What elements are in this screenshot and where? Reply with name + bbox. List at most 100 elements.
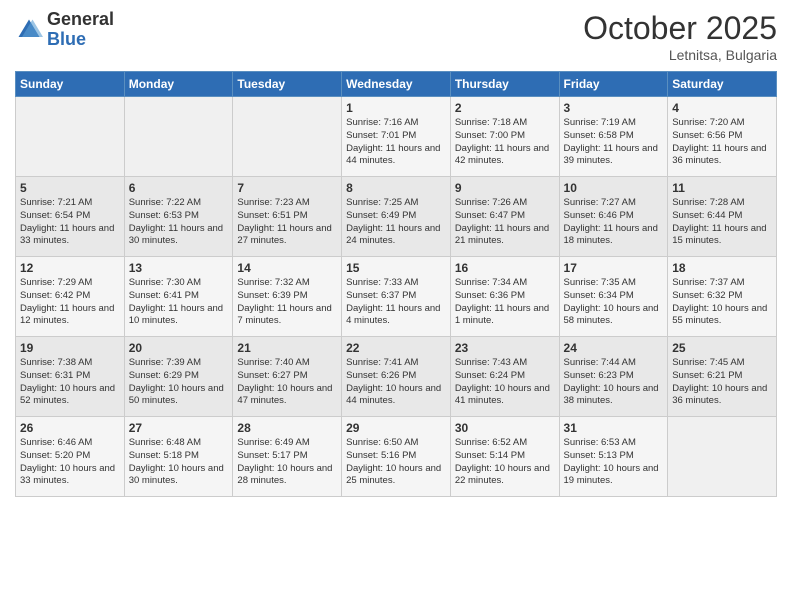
table-row: 18 Sunrise: 7:37 AMSunset: 6:32 PMDayligh… bbox=[668, 257, 777, 337]
cell-info: Sunrise: 6:52 AMSunset: 5:14 PMDaylight:… bbox=[455, 437, 555, 488]
calendar-row-3: 19 Sunrise: 7:38 AMSunset: 6:31 PMDayligh… bbox=[16, 337, 777, 417]
logo-general-text: General bbox=[47, 9, 114, 29]
table-row: 24 Sunrise: 7:44 AMSunset: 6:23 PMDayligh… bbox=[559, 337, 668, 417]
table-row bbox=[668, 417, 777, 497]
cell-info: Sunrise: 7:43 AMSunset: 6:24 PMDaylight:… bbox=[455, 357, 555, 408]
cell-info: Sunrise: 6:46 AMSunset: 5:20 PMDaylight:… bbox=[20, 437, 120, 488]
table-row: 14 Sunrise: 7:32 AMSunset: 6:39 PMDayligh… bbox=[233, 257, 342, 337]
col-thursday: Thursday bbox=[450, 72, 559, 97]
table-row: 9Sunrise: 7:26 AMSunset: 6:47 PMDaylight… bbox=[450, 177, 559, 257]
table-row: 23 Sunrise: 7:43 AMSunset: 6:24 PMDayligh… bbox=[450, 337, 559, 417]
calendar-page: General Blue October 2025 Letnitsa, Bulg… bbox=[0, 0, 792, 612]
day-number: 8 bbox=[346, 181, 446, 195]
cell-info: Sunrise: 7:18 AMSunset: 7:00 PMDaylight:… bbox=[455, 117, 555, 168]
cell-info: Sunrise: 7:32 AMSunset: 6:39 PMDaylight:… bbox=[237, 277, 337, 328]
table-row: 11 Sunrise: 7:28 AMSunset: 6:44 PMDayligh… bbox=[668, 177, 777, 257]
calendar-title: October 2025 bbox=[583, 10, 777, 47]
logo-icon bbox=[15, 16, 43, 44]
table-row: 27 Sunrise: 6:48 AMSunset: 5:18 PMDayligh… bbox=[124, 417, 233, 497]
cell-info: Sunrise: 7:21 AMSunset: 6:54 PMDaylight:… bbox=[20, 197, 120, 248]
cell-info: Sunrise: 7:30 AMSunset: 6:41 PMDaylight:… bbox=[129, 277, 229, 328]
cell-info: Sunrise: 7:20 AMSunset: 6:56 PMDaylight:… bbox=[672, 117, 772, 168]
day-number: 26 bbox=[20, 421, 120, 435]
calendar-row-2: 12Sunrise: 7:29 AMSunset: 6:42 PMDayligh… bbox=[16, 257, 777, 337]
day-number: 2 bbox=[455, 101, 555, 115]
cell-info: Sunrise: 7:34 AMSunset: 6:36 PMDaylight:… bbox=[455, 277, 555, 328]
table-row: 21Sunrise: 7:40 AMSunset: 6:27 PMDayligh… bbox=[233, 337, 342, 417]
table-row: 4 Sunrise: 7:20 AMSunset: 6:56 PMDaylight… bbox=[668, 97, 777, 177]
cell-info: Sunrise: 7:38 AMSunset: 6:31 PMDaylight:… bbox=[20, 357, 120, 408]
cell-info: Sunrise: 7:29 AMSunset: 6:42 PMDaylight:… bbox=[20, 277, 120, 328]
day-number: 24 bbox=[564, 341, 664, 355]
cell-info: Sunrise: 6:49 AMSunset: 5:17 PMDaylight:… bbox=[237, 437, 337, 488]
day-number: 15 bbox=[346, 261, 446, 275]
table-row: 19 Sunrise: 7:38 AMSunset: 6:31 PMDayligh… bbox=[16, 337, 125, 417]
table-row: 16 Sunrise: 7:34 AMSunset: 6:36 PMDayligh… bbox=[450, 257, 559, 337]
table-row bbox=[124, 97, 233, 177]
day-number: 5 bbox=[20, 181, 120, 195]
day-number: 25 bbox=[672, 341, 772, 355]
table-row: 13 Sunrise: 7:30 AMSunset: 6:41 PMDayligh… bbox=[124, 257, 233, 337]
cell-info: Sunrise: 7:40 AMSunset: 6:27 PMDaylight:… bbox=[237, 357, 337, 408]
table-row: 15 Sunrise: 7:33 AMSunset: 6:37 PMDayligh… bbox=[342, 257, 451, 337]
day-number: 3 bbox=[564, 101, 664, 115]
title-block: October 2025 Letnitsa, Bulgaria bbox=[583, 10, 777, 63]
table-row: 28 Sunrise: 6:49 AMSunset: 5:17 PMDayligh… bbox=[233, 417, 342, 497]
day-number: 13 bbox=[129, 261, 229, 275]
table-row bbox=[233, 97, 342, 177]
day-number: 16 bbox=[455, 261, 555, 275]
calendar-table: Sunday Monday Tuesday Wednesday Thursday… bbox=[15, 71, 777, 497]
table-row: 6Sunrise: 7:22 AMSunset: 6:53 PMDaylight… bbox=[124, 177, 233, 257]
cell-info: Sunrise: 7:25 AMSunset: 6:49 PMDaylight:… bbox=[346, 197, 446, 248]
table-row: 7Sunrise: 7:23 AMSunset: 6:51 PMDaylight… bbox=[233, 177, 342, 257]
day-number: 27 bbox=[129, 421, 229, 435]
table-row: 1 Sunrise: 7:16 AMSunset: 7:01 PMDaylight… bbox=[342, 97, 451, 177]
table-row: 30 Sunrise: 6:52 AMSunset: 5:14 PMDayligh… bbox=[450, 417, 559, 497]
day-number: 14 bbox=[237, 261, 337, 275]
cell-info: Sunrise: 7:45 AMSunset: 6:21 PMDaylight:… bbox=[672, 357, 772, 408]
day-number: 10 bbox=[564, 181, 664, 195]
col-monday: Monday bbox=[124, 72, 233, 97]
table-row: 17Sunrise: 7:35 AMSunset: 6:34 PMDayligh… bbox=[559, 257, 668, 337]
cell-info: Sunrise: 6:48 AMSunset: 5:18 PMDaylight:… bbox=[129, 437, 229, 488]
cell-info: Sunrise: 7:35 AMSunset: 6:34 PMDaylight:… bbox=[564, 277, 664, 328]
header: General Blue October 2025 Letnitsa, Bulg… bbox=[15, 10, 777, 63]
logo: General Blue bbox=[15, 10, 114, 50]
table-row: 26 Sunrise: 6:46 AMSunset: 5:20 PMDayligh… bbox=[16, 417, 125, 497]
table-row: 5 Sunrise: 7:21 AMSunset: 6:54 PMDaylight… bbox=[16, 177, 125, 257]
day-number: 28 bbox=[237, 421, 337, 435]
day-number: 29 bbox=[346, 421, 446, 435]
day-number: 31 bbox=[564, 421, 664, 435]
col-sunday: Sunday bbox=[16, 72, 125, 97]
cell-info: Sunrise: 7:27 AMSunset: 6:46 PMDaylight:… bbox=[564, 197, 664, 248]
day-number: 30 bbox=[455, 421, 555, 435]
day-number: 19 bbox=[20, 341, 120, 355]
table-row: 31Sunrise: 6:53 AMSunset: 5:13 PMDayligh… bbox=[559, 417, 668, 497]
day-number: 11 bbox=[672, 181, 772, 195]
cell-info: Sunrise: 7:37 AMSunset: 6:32 PMDaylight:… bbox=[672, 277, 772, 328]
day-number: 18 bbox=[672, 261, 772, 275]
cell-info: Sunrise: 7:33 AMSunset: 6:37 PMDaylight:… bbox=[346, 277, 446, 328]
col-saturday: Saturday bbox=[668, 72, 777, 97]
table-row: 25 Sunrise: 7:45 AMSunset: 6:21 PMDayligh… bbox=[668, 337, 777, 417]
day-number: 9 bbox=[455, 181, 555, 195]
day-number: 23 bbox=[455, 341, 555, 355]
table-row: 2 Sunrise: 7:18 AMSunset: 7:00 PMDaylight… bbox=[450, 97, 559, 177]
day-number: 22 bbox=[346, 341, 446, 355]
cell-info: Sunrise: 7:44 AMSunset: 6:23 PMDaylight:… bbox=[564, 357, 664, 408]
table-row: 8 Sunrise: 7:25 AMSunset: 6:49 PMDaylight… bbox=[342, 177, 451, 257]
cell-info: Sunrise: 7:16 AMSunset: 7:01 PMDaylight:… bbox=[346, 117, 446, 168]
header-row: Sunday Monday Tuesday Wednesday Thursday… bbox=[16, 72, 777, 97]
day-number: 4 bbox=[672, 101, 772, 115]
col-tuesday: Tuesday bbox=[233, 72, 342, 97]
day-number: 1 bbox=[346, 101, 446, 115]
cell-info: Sunrise: 7:41 AMSunset: 6:26 PMDaylight:… bbox=[346, 357, 446, 408]
cell-info: Sunrise: 7:23 AMSunset: 6:51 PMDaylight:… bbox=[237, 197, 337, 248]
calendar-location: Letnitsa, Bulgaria bbox=[583, 47, 777, 63]
table-row bbox=[16, 97, 125, 177]
table-row: 20Sunrise: 7:39 AMSunset: 6:29 PMDayligh… bbox=[124, 337, 233, 417]
cell-info: Sunrise: 6:50 AMSunset: 5:16 PMDaylight:… bbox=[346, 437, 446, 488]
table-row: 3Sunrise: 7:19 AMSunset: 6:58 PMDaylight… bbox=[559, 97, 668, 177]
cell-info: Sunrise: 7:28 AMSunset: 6:44 PMDaylight:… bbox=[672, 197, 772, 248]
calendar-row-0: 1 Sunrise: 7:16 AMSunset: 7:01 PMDaylight… bbox=[16, 97, 777, 177]
